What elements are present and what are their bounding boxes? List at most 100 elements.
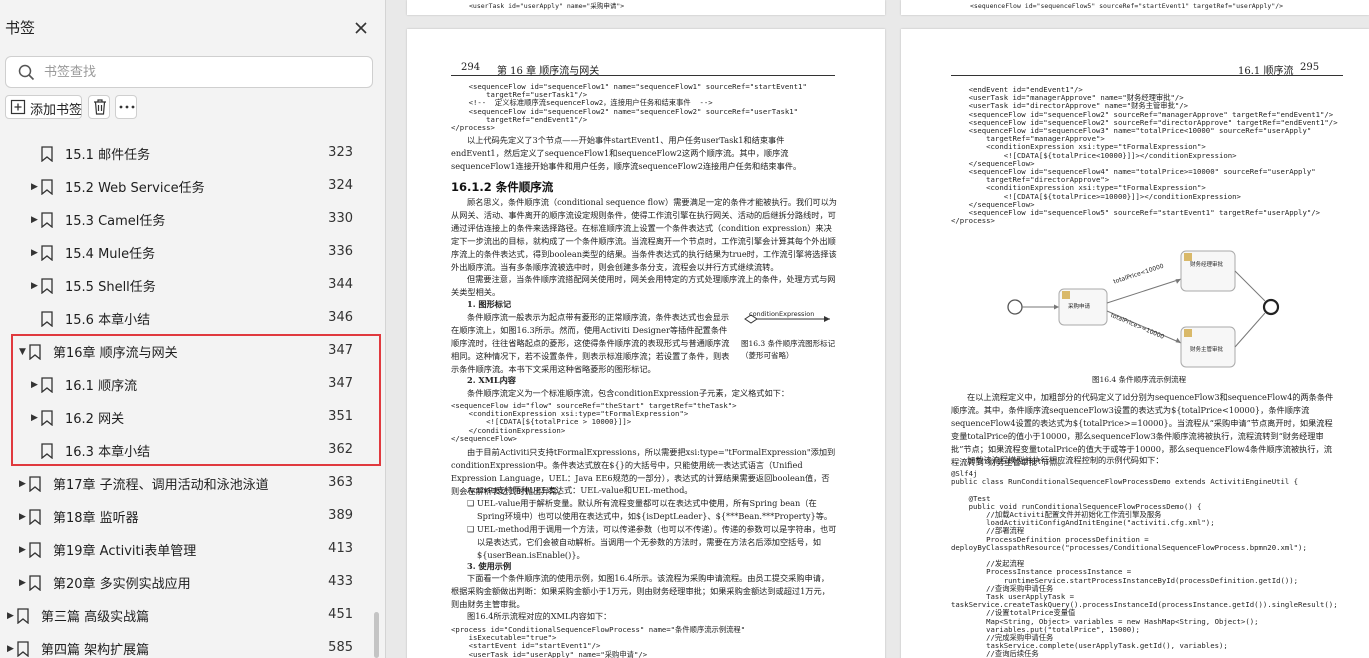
code-block: <sequenceFlow id="sequenceFlow1" name="s… [451, 82, 807, 133]
bookmark-icon [17, 641, 29, 657]
expand-arrow-icon[interactable]: ▶ [31, 413, 38, 423]
delete-bookmark-button[interactable] [88, 95, 110, 119]
expand-arrow-icon[interactable]: ▶ [7, 644, 14, 654]
header-rule [451, 75, 835, 76]
bullet-item: ❑ UEL-method用于调用一个方法，可以传递参数（也可以不传递）。传递的参… [467, 524, 837, 560]
bookmark-item[interactable]: ▶ 15.4 Mule任务 336 [0, 236, 375, 269]
bookmark-page: 344 [328, 277, 353, 292]
bookmark-item[interactable]: 16.3 本章小结 362 [0, 434, 375, 467]
bookmark-sidebar: 书签 添加书签 15.1 邮件任务 323 ▶ 15.2 Web S [0, 0, 386, 658]
bookmark-icon [41, 377, 53, 393]
expand-arrow-icon[interactable]: ▶ [31, 380, 38, 390]
bookmark-page: 323 [328, 145, 353, 160]
previous-page-text: <sequenceFlow id="sequenceFlow5" sourceR… [970, 2, 1284, 10]
page-number: 295 [1300, 62, 1320, 73]
trash-icon [94, 99, 106, 115]
expand-arrow-icon[interactable]: ▶ [31, 182, 38, 192]
expand-arrow-icon[interactable]: ▶ [19, 512, 26, 522]
bullet-item: ❑ UEL-value用于解析变量。默认所有流程变量都可以在表达式中使用，所有S… [467, 498, 833, 521]
subheading: 1. 图形标记 [467, 299, 512, 309]
previous-right-page: <sequenceFlow id="sequenceFlow5" sourceR… [901, 0, 1369, 15]
bookmark-icon [17, 608, 29, 624]
bookmark-label: 15.3 Camel任务 [65, 214, 166, 229]
sidebar-title: 书签 [5, 19, 36, 37]
bookmark-item[interactable]: ▶ 16.1 顺序流 347 [0, 368, 375, 401]
bookmark-item[interactable]: ▶ 16.2 网关 351 [0, 401, 375, 434]
more-options-button[interactable] [115, 95, 137, 119]
bookmark-icon [41, 146, 53, 162]
expand-arrow-icon[interactable]: ▶ [19, 545, 26, 555]
bookmark-label: 第17章 子流程、调用活动和泳池泳道 [53, 478, 269, 493]
bookmark-label: 16.1 顺序流 [65, 379, 138, 394]
sidebar-scrollbar[interactable] [374, 612, 379, 658]
add-bookmark-label: 添加书签 [30, 103, 83, 118]
bookmark-page: 362 [328, 442, 353, 457]
previous-left-page: <userTask id="userApply" name="采购申请"> [407, 0, 885, 15]
code-block: <sequenceFlow id="flow" sourceRef="theSt… [451, 401, 737, 443]
bookmark-item[interactable]: ▶ 第17章 子流程、调用活动和泳池泳道 363 [0, 467, 375, 500]
paragraph: 条件顺序流一般表示为起点带有菱形的正常顺序流，条件表达式也会显示在顺序流上，如图… [451, 312, 730, 374]
bookmark-icon [41, 278, 53, 294]
collapse-arrow-icon[interactable]: ▼ [19, 347, 26, 357]
expand-arrow-icon[interactable]: ▶ [31, 215, 38, 225]
bookmark-search-box[interactable] [5, 56, 373, 88]
flow-diagram [1007, 250, 1280, 368]
bookmark-item[interactable]: ▶ 第20章 多实例实战应用 433 [0, 566, 375, 599]
page-295: 16.1 顺序流 295 <endEvent id="endEvent1"/> … [901, 29, 1369, 658]
more-icon [119, 105, 135, 109]
paragraph: 下面看一个条件顺序流的使用示例，如图16.4所示。该流程为采购申请流程。由员工提… [451, 573, 830, 609]
code-block: <process id="ConditionalSequenceFlowProc… [451, 625, 746, 658]
expand-arrow-icon[interactable]: ▶ [31, 281, 38, 291]
section-heading: 16.1.2 条件顺序流 [451, 180, 554, 194]
paragraph: 以上代码先定义了3个节点——开始事件startEvent1、用户任务userTa… [451, 135, 802, 171]
bookmark-item[interactable]: ▶ 第19章 Activiti表单管理 413 [0, 533, 375, 566]
bookmark-label: 第四篇 架构扩展篇 [41, 643, 150, 658]
bookmark-icon [41, 212, 53, 228]
paragraph: 顾名思义，条件顺序流（conditional sequence flow）需要满… [451, 197, 837, 272]
bookmark-item[interactable]: ▶ 第三篇 高级实战篇 451 [0, 599, 375, 632]
bookmark-page: 346 [328, 310, 353, 325]
bookmark-label: 第20章 多实例实战应用 [53, 577, 191, 592]
pdf-reader-window: 书签 添加书签 15.1 邮件任务 323 ▶ 15.2 Web S [0, 0, 1369, 658]
paragraph: 条件顺序流定义为一个标准顺序流，包含conditionExpression子元素… [467, 388, 790, 398]
bookmark-item[interactable]: ▶ 第18章 监听器 389 [0, 500, 375, 533]
bookmark-page: 451 [328, 607, 353, 622]
bookmark-icon [29, 509, 41, 525]
task-label: 财务主管审批 [1190, 347, 1224, 353]
code-block: <endEvent id="endEvent1"/> <userTask id=… [951, 85, 1338, 226]
bookmark-label: 15.1 邮件任务 [65, 148, 151, 163]
bookmark-icon [29, 476, 41, 492]
paragraph: 加载该流程模型并执行相应流程控制的示例代码如下： [967, 455, 1164, 465]
figure-caption: 图16.4 条件顺序流示例流程 [1092, 375, 1187, 384]
previous-page-text: <userTask id="userApply" name="采购申请"> [469, 2, 625, 10]
bookmark-item[interactable]: ▶ 15.2 Web Service任务 324 [0, 170, 375, 203]
bookmark-icon [41, 245, 53, 261]
bookmark-page: 330 [328, 211, 353, 226]
bookmark-item[interactable]: ▶ 15.3 Camel任务 330 [0, 203, 375, 236]
bookmark-item-chapter-16[interactable]: ▼ 第16章 顺序流与网关 347 [0, 335, 375, 368]
bookmark-label: 第三篇 高级实战篇 [41, 610, 150, 625]
bookmark-page: 433 [328, 574, 353, 589]
bookmark-label: 15.6 本章小结 [65, 313, 151, 328]
bookmark-page: 413 [328, 541, 353, 556]
bookmark-item[interactable]: 15.6 本章小结 346 [0, 302, 375, 335]
bookmark-icon [41, 410, 53, 426]
bookmark-page: 351 [328, 409, 353, 424]
bookmark-label: 16.2 网关 [65, 412, 125, 427]
bookmark-label: 15.4 Mule任务 [65, 247, 156, 262]
expand-arrow-icon[interactable]: ▶ [19, 578, 26, 588]
bookmark-item[interactable]: ▶ 15.5 Shell任务 344 [0, 269, 375, 302]
expand-arrow-icon[interactable]: ▶ [19, 479, 26, 489]
add-bookmark-button[interactable]: 添加书签 [5, 95, 82, 119]
paragraph: 图16.4所示流程对应的XML内容如下： [467, 611, 612, 621]
expand-arrow-icon[interactable]: ▶ [31, 248, 38, 258]
bookmark-item[interactable]: ▶ 第四篇 架构扩展篇 585 [0, 632, 375, 658]
bookmark-page: 363 [328, 475, 353, 490]
bookmark-item[interactable]: 15.1 邮件任务 323 [0, 137, 375, 170]
header-rule [951, 75, 1343, 76]
close-icon[interactable] [352, 19, 370, 37]
bookmark-icon [29, 542, 41, 558]
bookmark-icon [29, 344, 41, 360]
bookmark-search-input[interactable] [44, 61, 364, 83]
expand-arrow-icon[interactable]: ▶ [7, 611, 14, 621]
